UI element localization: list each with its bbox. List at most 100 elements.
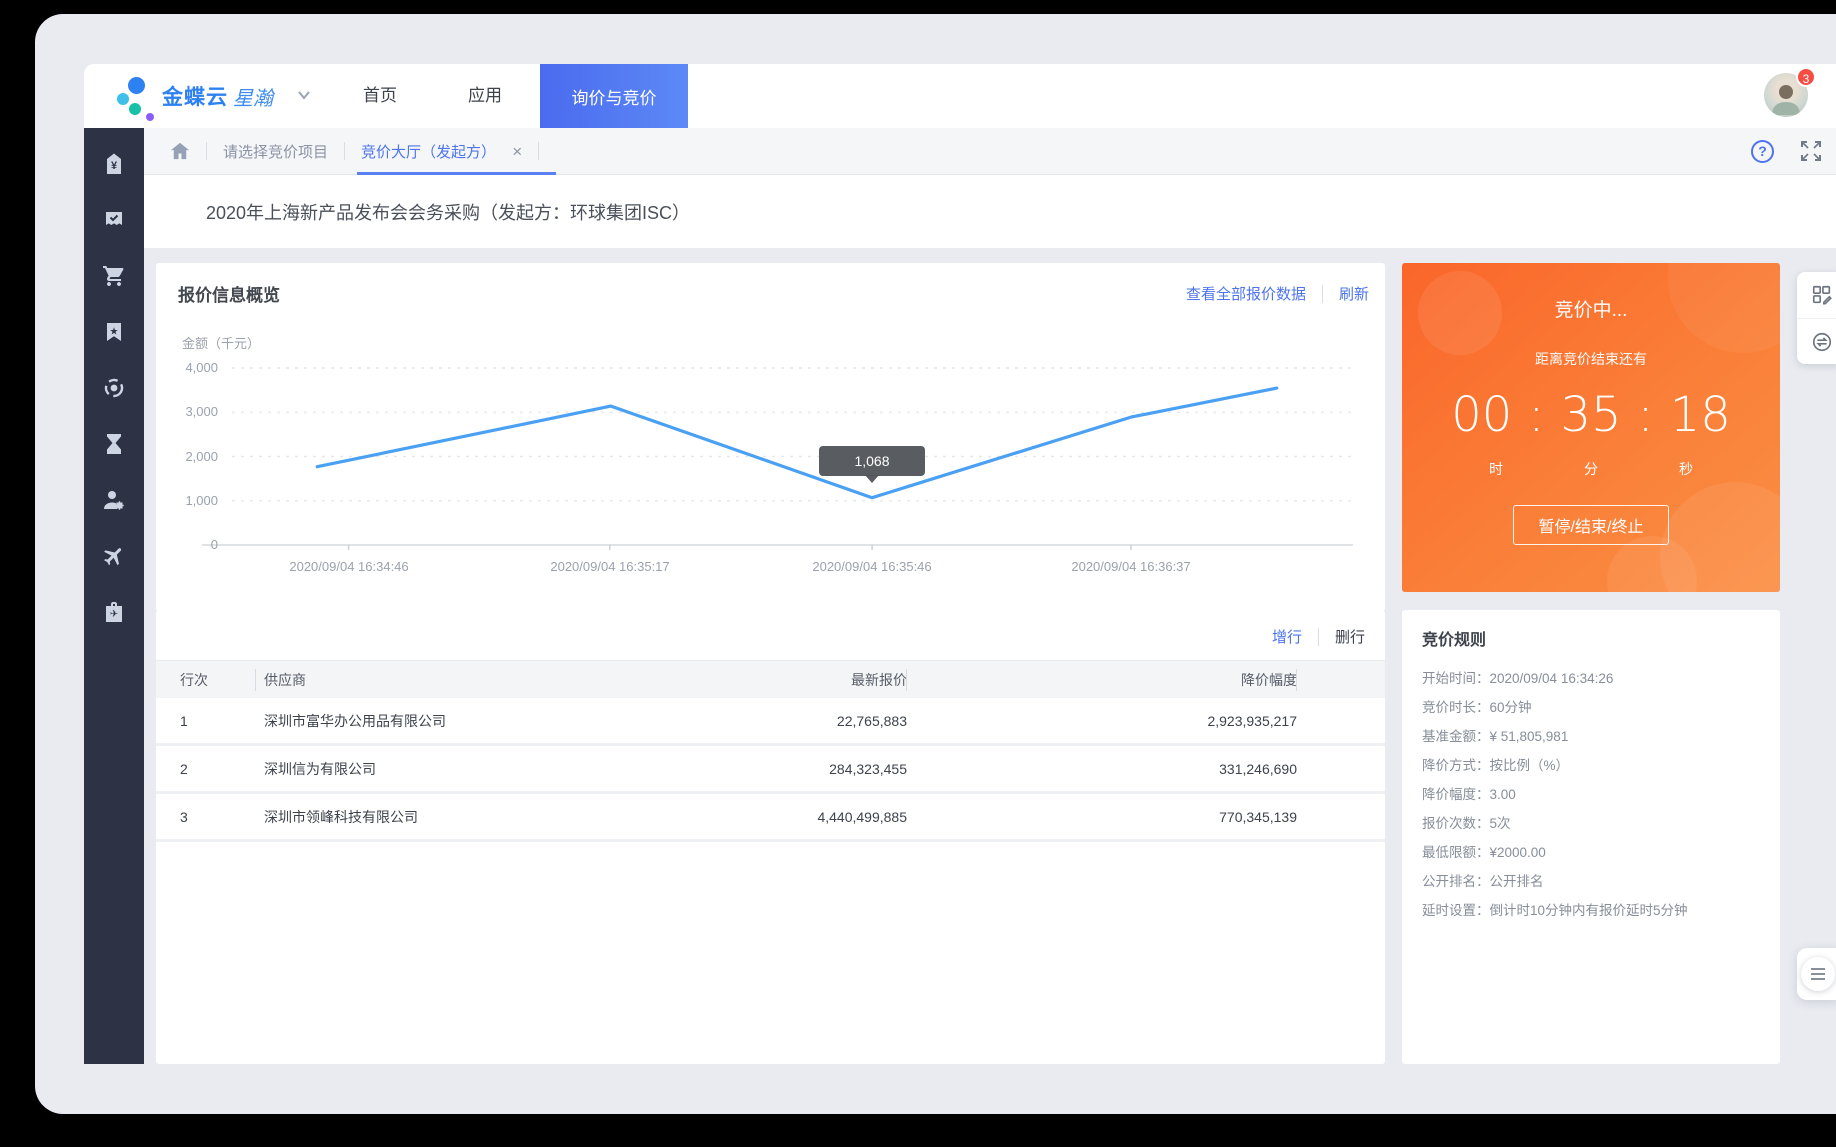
plane-icon[interactable] — [94, 536, 134, 576]
delete-row-link[interactable]: 删行 — [1335, 626, 1365, 647]
cell-supplier: 深圳市领峰科技有限公司 — [256, 807, 647, 827]
countdown-timer: 00 : 35 : 18 — [1402, 387, 1780, 443]
cart-icon[interactable] — [94, 256, 134, 296]
rules-title: 竞价规则 — [1422, 626, 1486, 650]
y-axis-tick: 4,000 — [156, 360, 218, 375]
cell-latest-quote: 4,440,499,885 — [647, 809, 907, 825]
page-title: 2020年上海新产品发布会会务采购（发起方：环球集团ISC） — [206, 199, 690, 225]
bidding-rules-panel: 竞价规则 开始时间：2020/09/04 16:34:26 竞价时长：60分钟 … — [1402, 610, 1780, 1064]
x-axis-tick: 2020/09/04 16:36:37 — [1016, 559, 1246, 574]
col-header-supplier: 供应商 — [256, 670, 647, 690]
rule-item: 报价次数：5次 — [1422, 809, 1766, 838]
add-row-link[interactable]: 增行 — [1272, 626, 1302, 647]
svg-text:✈: ✈ — [110, 609, 118, 620]
table-row[interactable]: 1 深圳市富华办公用品有限公司 22,765,883 2,923,935,217 — [156, 698, 1385, 746]
tab-select-project[interactable]: 请选择竞价项目 — [223, 141, 328, 162]
app-logo: 金蝶云 星瀚 — [110, 64, 311, 128]
cell-reduction: 2,923,935,217 — [907, 713, 1297, 729]
y-axis-tick: 3,000 — [156, 404, 218, 419]
target-icon[interactable] — [94, 368, 134, 408]
timer-hours: 00 — [1451, 387, 1512, 443]
rule-item: 公开排名：公开排名 — [1422, 867, 1766, 896]
table-header: 行次 供应商 最新报价 降价幅度 — [156, 660, 1385, 698]
floating-menu-button[interactable] — [1797, 948, 1836, 1000]
bookmark-star-icon[interactable]: ★ — [94, 312, 134, 352]
approval-check-icon[interactable] — [94, 200, 134, 240]
col-header-row-no: 行次 — [156, 670, 256, 690]
countdown-subtitle: 距离竞价结束还有 — [1402, 349, 1780, 369]
pause-end-terminate-button[interactable]: 暂停/结束/终止 — [1513, 505, 1669, 545]
cell-supplier: 深圳信为有限公司 — [256, 759, 647, 779]
table-row[interactable]: 2 深圳信为有限公司 284,323,455 331,246,690 — [156, 746, 1385, 794]
rule-item: 基准金额：¥ 51,805,981 — [1422, 722, 1766, 751]
left-sidebar: ¥ ★ ✈ — [84, 128, 144, 1064]
tab-bidding-hall-label: 竞价大厅（发起方） — [361, 144, 496, 161]
cell-row-no: 3 — [156, 809, 256, 825]
user-settings-icon[interactable] — [94, 480, 134, 520]
rule-item: 延时设置：倒计时10分钟内有报价延时5分钟 — [1422, 896, 1766, 925]
cell-latest-quote: 284,323,455 — [647, 761, 907, 777]
close-icon[interactable]: × — [512, 142, 522, 161]
layout-edit-icon[interactable] — [1797, 272, 1836, 318]
y-axis-tick: 0 — [156, 537, 218, 552]
divider — [206, 142, 207, 160]
col-header-latest-quote: 最新报价 — [647, 670, 907, 690]
home-icon[interactable] — [170, 142, 190, 160]
divider — [344, 142, 345, 160]
cell-reduction: 770,345,139 — [907, 809, 1297, 825]
col-header-reduction: 降价幅度 — [907, 670, 1297, 690]
timer-unit-labels: 时 分 秒 — [1466, 459, 1716, 479]
y-axis-tick: 2,000 — [156, 449, 218, 464]
app-window: 金蝶云 星瀚 首页 应用 询价与竞价 3 请选择竞价项目 竞价大厅（发起方） × — [35, 14, 1836, 1114]
svg-text:¥: ¥ — [111, 160, 118, 172]
title-bar: 2020年上海新产品发布会会务采购（发起方：环球集团ISC） — [144, 175, 1836, 248]
chevron-down-icon[interactable] — [297, 87, 311, 105]
divider — [1318, 628, 1319, 646]
floating-tool-group — [1797, 272, 1836, 364]
countdown-panel: 竞价中... 距离竞价结束还有 00 : 35 : 18 时 分 秒 暂停/结束… — [1402, 263, 1780, 592]
rule-item: 降价幅度：3.00 — [1422, 780, 1766, 809]
chart-tooltip: 1,068 — [819, 446, 925, 476]
divider — [538, 142, 539, 160]
rule-item: 竞价时长：60分钟 — [1422, 693, 1766, 722]
menu-icon — [1801, 957, 1835, 991]
timer-colon: : — [1528, 387, 1544, 443]
rule-item: 最低限额：¥2000.00 — [1422, 838, 1766, 867]
table-body: 1 深圳市富华办公用品有限公司 22,765,883 2,923,935,217… — [156, 698, 1385, 842]
money-tag-icon[interactable]: ¥ — [94, 144, 134, 184]
cell-row-no: 1 — [156, 713, 256, 729]
hourglass-icon[interactable] — [94, 424, 134, 464]
supplier-table-panel: 增行 删行 行次 供应商 最新报价 降价幅度 1 深圳市富华办公用品有限公司 2… — [156, 610, 1385, 1064]
rule-item: 降价方式：按比例（%） — [1422, 751, 1766, 780]
travel-case-icon[interactable]: ✈ — [94, 592, 134, 632]
rules-list: 开始时间：2020/09/04 16:34:26 竞价时长：60分钟 基准金额：… — [1422, 664, 1766, 925]
x-axis-tick: 2020/09/04 16:35:46 — [757, 559, 987, 574]
cell-reduction: 331,246,690 — [907, 761, 1297, 777]
rule-item: 开始时间：2020/09/04 16:34:26 — [1422, 664, 1766, 693]
cell-supplier: 深圳市富华办公用品有限公司 — [256, 711, 647, 731]
auction-status: 竞价中... — [1402, 295, 1780, 322]
cell-row-no: 2 — [156, 761, 256, 777]
top-navbar: 金蝶云 星瀚 首页 应用 询价与竞价 3 — [84, 64, 1836, 128]
fullscreen-icon[interactable] — [1800, 140, 1822, 162]
user-avatar[interactable]: 3 — [1764, 73, 1810, 119]
logo-text-main: 金蝶云 — [162, 81, 228, 111]
breadcrumb-bar: 请选择竞价项目 竞价大厅（发起方） × ? — [144, 128, 1836, 175]
logo-dots-icon — [110, 71, 154, 121]
y-axis-tick: 1,000 — [156, 493, 218, 508]
timer-seconds: 18 — [1670, 387, 1731, 443]
data-transfer-icon[interactable] — [1797, 318, 1836, 364]
nav-item-home[interactable]: 首页 — [363, 64, 397, 128]
table-row[interactable]: 3 深圳市领峰科技有限公司 4,440,499,885 770,345,139 — [156, 794, 1385, 842]
x-axis-tick: 2020/09/04 16:35:17 — [495, 559, 725, 574]
help-icon[interactable]: ? — [1751, 140, 1774, 163]
nav-item-apps[interactable]: 应用 — [468, 64, 502, 128]
x-axis-tick: 2020/09/04 16:34:46 — [234, 559, 464, 574]
tab-bidding-hall[interactable]: 竞价大厅（发起方） × — [361, 128, 522, 175]
timer-colon: : — [1638, 387, 1654, 443]
nav-item-inquiry-bidding-active[interactable]: 询价与竞价 — [540, 64, 688, 128]
quote-overview-panel: 报价信息概览 查看全部报价数据 刷新 金额（千元） 01,0002,0003,0… — [156, 263, 1385, 611]
notification-badge[interactable]: 3 — [1796, 67, 1816, 87]
timer-minutes: 35 — [1560, 387, 1621, 443]
svg-text:★: ★ — [110, 327, 119, 338]
